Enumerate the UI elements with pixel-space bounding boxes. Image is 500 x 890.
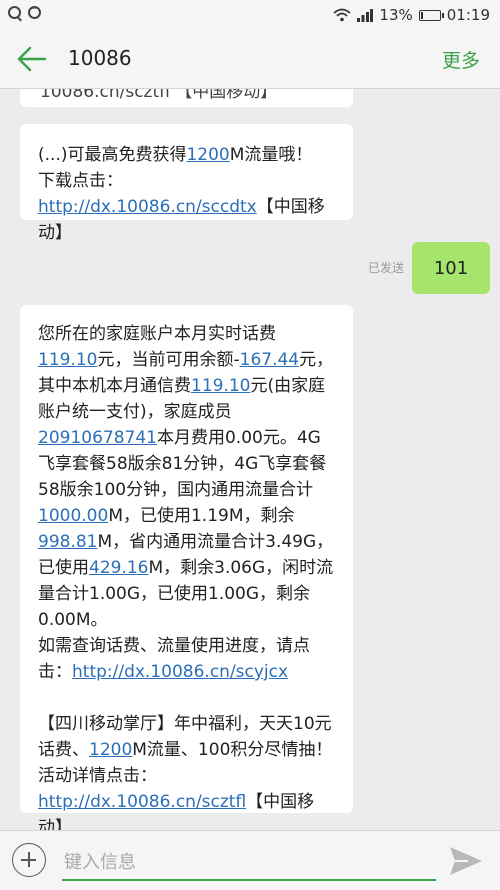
more-notification-icon	[28, 2, 41, 19]
number-link[interactable]: 119.10	[38, 350, 97, 370]
sent-status: 已发送	[368, 261, 405, 275]
message-text: (...)可最高免费获得	[38, 145, 187, 165]
message-bubble-received: 您所在的家庭账户本月实时话费119.10元，当前可用余额-167.44元，其中本…	[20, 305, 353, 830]
url-link[interactable]: http://dx.10086.cn/scyjcx	[72, 662, 288, 682]
conversation-list[interactable]: 10086.cn/scztfl 【中国移动】 (...)可最高免费获得1200M…	[0, 89, 500, 830]
message-bubble-received: (...)可最高免费获得1200M流量哦！ 下载点击： http://dx.10…	[20, 124, 353, 243]
message-text: M流量哦！	[229, 145, 313, 165]
message-input[interactable]	[62, 845, 436, 881]
number-link[interactable]: 1200	[186, 145, 229, 165]
sent-message-text: 101	[433, 257, 469, 279]
battery-fill	[420, 11, 423, 19]
phone-number-link[interactable]: 20910678741	[38, 428, 157, 448]
send-icon[interactable]	[446, 843, 486, 879]
number-link[interactable]: 119.10	[191, 376, 250, 396]
message-text: 下载点击：	[38, 171, 123, 191]
url-link[interactable]: http://dx.10086.cn/sccdtx	[38, 197, 257, 217]
number-link[interactable]: 1200	[89, 740, 132, 760]
app-header: 10086 更多	[0, 30, 500, 89]
battery-icon	[418, 9, 444, 21]
conversation-title: 10086	[68, 46, 132, 70]
message-text: 您所在的家庭账户本月实时话费	[38, 324, 276, 344]
number-link[interactable]: 1000.00	[38, 506, 108, 526]
compose-bar	[0, 830, 500, 890]
battery-percent: 13%	[379, 6, 413, 24]
attach-plus-icon[interactable]	[12, 843, 46, 877]
message-text: M，已使用1.19M，剩余	[108, 506, 295, 526]
signal-icon	[357, 8, 374, 22]
status-left	[8, 2, 41, 19]
message-paragraph: 如需查询话费、流量使用进度，请点击：http://dx.10086.cn/scy…	[38, 633, 335, 685]
message-text: 元，当前可用余额-	[97, 350, 240, 370]
back-arrow-icon[interactable]	[16, 46, 46, 72]
partial-message-text: 10086.cn/scztfl 【中国移动】	[40, 89, 278, 102]
qq-notification-icon	[8, 6, 21, 19]
more-button[interactable]: 更多	[442, 46, 480, 73]
message-paragraph: 【四川移动掌厅】年中福利，天天10元话费、1200M流量、100积分尽情抽！活动…	[38, 711, 335, 830]
message-bubble-partial: 10086.cn/scztfl 【中国移动】	[20, 89, 353, 107]
wifi-icon	[333, 8, 352, 22]
clock: 01:19	[446, 6, 490, 24]
message-bubble-sent: 101	[412, 242, 490, 294]
status-bar: 13% 01:19	[0, 0, 500, 30]
number-link[interactable]: 998.81	[38, 532, 97, 552]
number-link[interactable]: 429.16	[89, 558, 148, 578]
message-paragraph: 您所在的家庭账户本月实时话费119.10元，当前可用余额-167.44元，其中本…	[38, 321, 335, 633]
number-link[interactable]: 167.44	[240, 350, 299, 370]
status-right: 13% 01:19	[333, 6, 490, 24]
url-link[interactable]: http://dx.10086.cn/scztfl	[38, 792, 246, 812]
